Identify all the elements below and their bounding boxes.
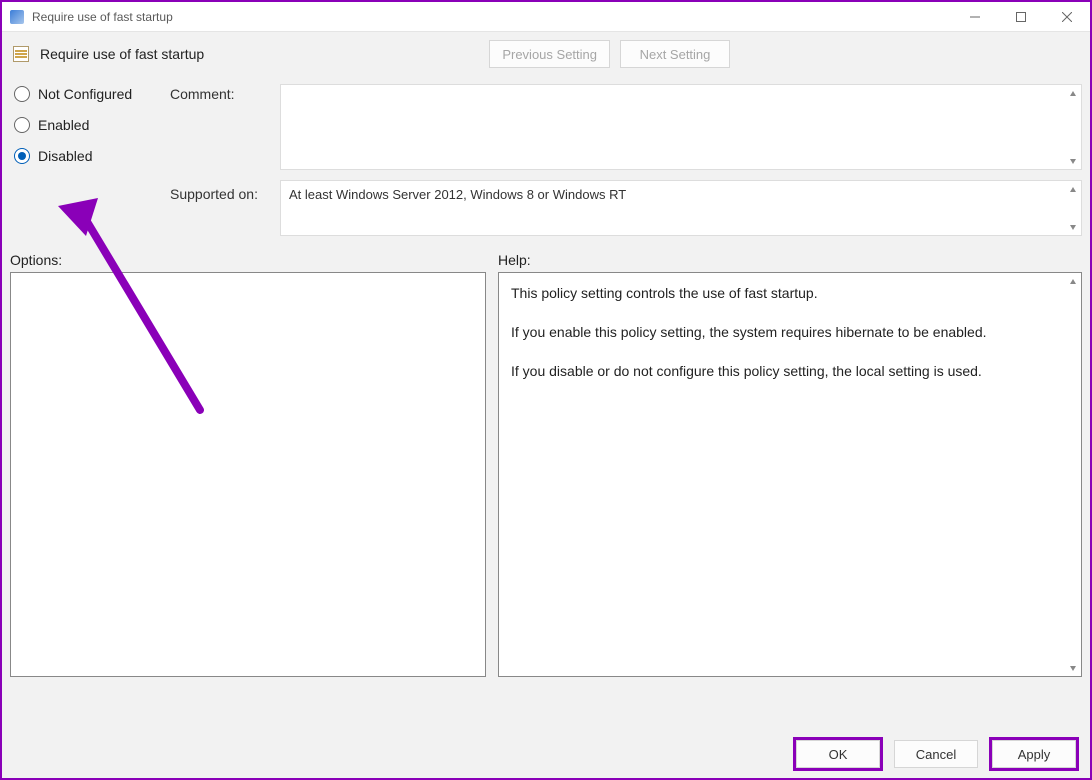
- titlebar[interactable]: Require use of fast startup: [2, 2, 1090, 32]
- radio-label: Enabled: [38, 117, 89, 133]
- scroll-down-icon[interactable]: [1064, 218, 1081, 235]
- radio-icon: [14, 148, 30, 164]
- help-paragraph: If you enable this policy setting, the s…: [511, 322, 1055, 343]
- scroll-down-icon[interactable]: [1064, 152, 1081, 169]
- minimize-button[interactable]: [952, 2, 998, 32]
- policy-dialog: Require use of fast startup Require use …: [0, 0, 1092, 780]
- radio-not-configured[interactable]: Not Configured: [14, 86, 170, 102]
- document-icon: [12, 45, 30, 63]
- previous-setting-button[interactable]: Previous Setting: [489, 40, 610, 68]
- scrollbar[interactable]: [1064, 273, 1081, 676]
- supported-on-label: Supported on:: [170, 184, 280, 240]
- setting-name: Require use of fast startup: [40, 46, 204, 62]
- radio-label: Not Configured: [38, 86, 132, 102]
- state-radio-group: Not Configured Enabled Disabled: [10, 84, 170, 240]
- scroll-up-icon[interactable]: [1064, 273, 1081, 290]
- close-button[interactable]: [1044, 2, 1090, 32]
- apply-button[interactable]: Apply: [992, 740, 1076, 768]
- scrollbar[interactable]: [1064, 181, 1081, 235]
- radio-icon: [14, 86, 30, 102]
- radio-enabled[interactable]: Enabled: [14, 117, 170, 133]
- next-setting-button[interactable]: Next Setting: [620, 40, 730, 68]
- scroll-down-icon[interactable]: [1064, 659, 1081, 676]
- footer: OK Cancel Apply: [2, 730, 1090, 778]
- radio-icon: [14, 117, 30, 133]
- help-label: Help:: [498, 252, 531, 268]
- header-row: Require use of fast startup Previous Set…: [2, 32, 1090, 76]
- comment-textbox[interactable]: [280, 84, 1082, 170]
- radio-label: Disabled: [38, 148, 92, 164]
- app-icon: [8, 8, 26, 26]
- supported-on-value: At least Windows Server 2012, Windows 8 …: [289, 187, 626, 202]
- help-paragraph: If you disable or do not configure this …: [511, 361, 1055, 382]
- options-label: Options:: [10, 252, 498, 268]
- supported-on-textbox: At least Windows Server 2012, Windows 8 …: [280, 180, 1082, 236]
- help-paragraph: This policy setting controls the use of …: [511, 283, 1055, 304]
- scroll-up-icon[interactable]: [1064, 181, 1081, 198]
- options-panel: [10, 272, 486, 677]
- scroll-up-icon[interactable]: [1064, 85, 1081, 102]
- help-panel: This policy setting controls the use of …: [498, 272, 1082, 677]
- scrollbar[interactable]: [1064, 85, 1081, 169]
- window-title: Require use of fast startup: [32, 10, 952, 24]
- radio-disabled[interactable]: Disabled: [14, 148, 170, 164]
- cancel-button[interactable]: Cancel: [894, 740, 978, 768]
- maximize-button[interactable]: [998, 2, 1044, 32]
- ok-button[interactable]: OK: [796, 740, 880, 768]
- comment-label: Comment:: [170, 84, 280, 184]
